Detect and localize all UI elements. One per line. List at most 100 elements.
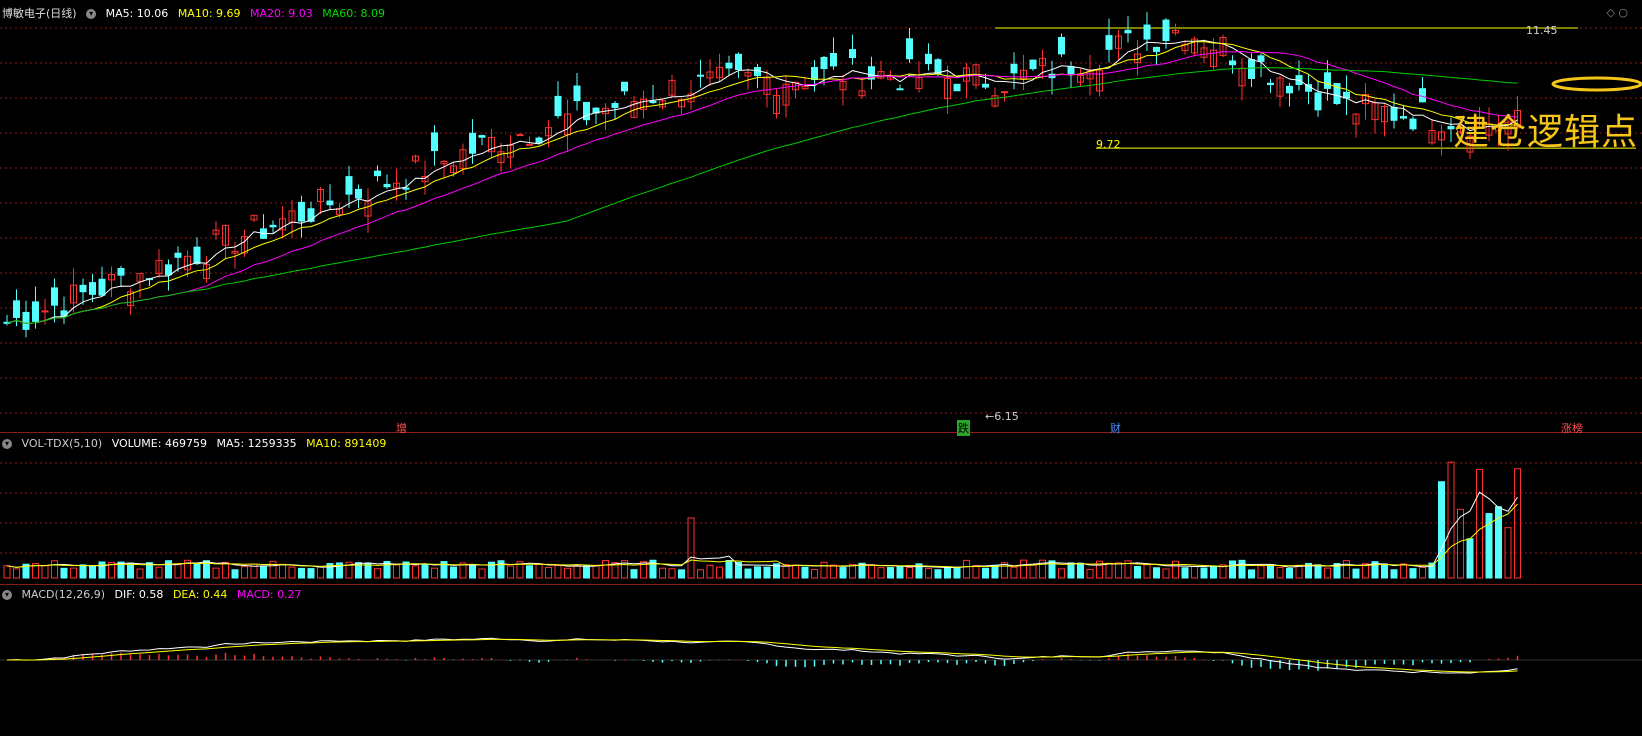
volume-bar [535,563,543,579]
volume-bar [89,565,96,579]
marker-zeng[interactable]: 增 [396,420,407,436]
volume-bar [222,561,229,579]
volume-bar [1390,569,1398,579]
volume-bar [421,563,429,579]
volume-bar [934,569,942,579]
volume-bar [507,565,514,579]
volume-bar [1229,560,1236,579]
volume-bar [801,566,809,579]
volume-bar [697,569,704,579]
volume-bar [944,567,951,579]
candle-body [402,187,410,190]
volume-bar [98,561,106,579]
volume-bar [564,567,571,579]
volume-bar [51,560,58,579]
candle-body [1419,88,1426,103]
candle-body [165,264,172,276]
candle-body [355,188,362,199]
dropdown-icon[interactable]: ▾ [2,590,12,600]
dropdown-icon[interactable]: ▾ [86,9,97,19]
volume-bar [469,564,476,579]
candle-body [1143,24,1151,40]
volume-bar [317,566,324,579]
volume-bar [193,562,201,579]
volume-bar [450,566,457,579]
candle-body [32,301,39,322]
macd-legend: ▾ MACD(12,26,9) DIF: 0.58 DEA: 0.44 MACD… [2,588,308,601]
candle-body [1001,91,1008,94]
volume-bar [1248,569,1255,579]
volume-bar [497,560,505,579]
volume-bar [811,569,818,579]
price-chart[interactable] [0,0,1642,432]
marker-cai[interactable]: 财 [1110,420,1121,436]
candle-body [1267,82,1274,86]
volume-bar [165,560,172,579]
volume-bar [725,559,733,579]
volume-bar [991,564,999,579]
volume-bar [982,567,989,579]
volume-bar [1343,560,1350,579]
volume-bar [155,566,163,579]
volume-bar [678,569,685,579]
volume-bar [972,565,980,579]
macd-dif: DIF: 0.58 [114,588,164,601]
candle-body [896,88,904,91]
candle-body [89,282,96,295]
candle-body [906,38,913,60]
volume-bar [231,569,239,579]
candle-body [431,132,438,152]
volume-bar [963,559,970,579]
volume-bar [136,568,144,579]
vol-ma10-line [6,503,1518,568]
candle-body [1409,118,1417,130]
candle-body [554,95,562,117]
ma20-value: MA20: 9.03 [250,7,313,20]
volume-bar [659,567,666,579]
vol-value: VOLUME: 469759 [111,437,207,450]
volume-chart[interactable] [0,433,1642,585]
volume-panel[interactable]: ▾ VOL-TDX(5,10) VOLUME: 469759 MA5: 1259… [0,432,1642,585]
volume-bar [1438,481,1445,579]
high-price-label: 11.45 [1526,24,1558,37]
macd-chart[interactable] [0,585,1642,736]
candle-body [621,81,628,92]
volume-bar [687,517,695,579]
volume-bar [1400,563,1407,579]
marker-zhangbang[interactable]: 涨榜 [1561,420,1583,436]
annotation-text: 建仓逻辑点 [1453,112,1639,153]
candle-body [649,100,657,104]
volume-bar [174,563,182,579]
candle-body [174,252,182,258]
volume-bar [583,565,590,579]
volume-bar [1172,560,1179,579]
candle-body [697,74,704,77]
volume-bar [754,566,761,579]
candle-body [345,176,353,195]
volume-bar [393,564,400,579]
dropdown-icon[interactable]: ▾ [2,439,12,449]
candle-body [98,278,106,296]
macd-panel[interactable]: ▾ MACD(12,26,9) DIF: 0.58 DEA: 0.44 MACD… [0,584,1642,736]
candle-body [193,246,201,265]
volume-bar [592,564,600,579]
volume-bar [1476,468,1483,579]
price-panel[interactable]: 博敏电子(日线) ▾ MA5: 10.06 MA10: 9.69 MA20: 9… [0,0,1642,436]
candle-body [383,183,391,188]
volume-bar [412,565,419,579]
volume-bar [1067,562,1075,579]
volume-bar [602,560,609,579]
marker-die[interactable]: 跌 [957,420,970,436]
candle-body [13,300,20,318]
volume-bar [13,568,20,579]
candle-body [811,67,818,80]
vol-ma5-line [6,491,1518,568]
candle-body [1067,66,1075,75]
volume-bar [668,568,676,579]
volume-bar [1153,567,1160,579]
candle-body [1286,85,1293,94]
volume-bar [554,565,562,579]
volume-bar [868,564,875,579]
volume-bar [953,566,961,579]
volume-bar [545,566,552,579]
